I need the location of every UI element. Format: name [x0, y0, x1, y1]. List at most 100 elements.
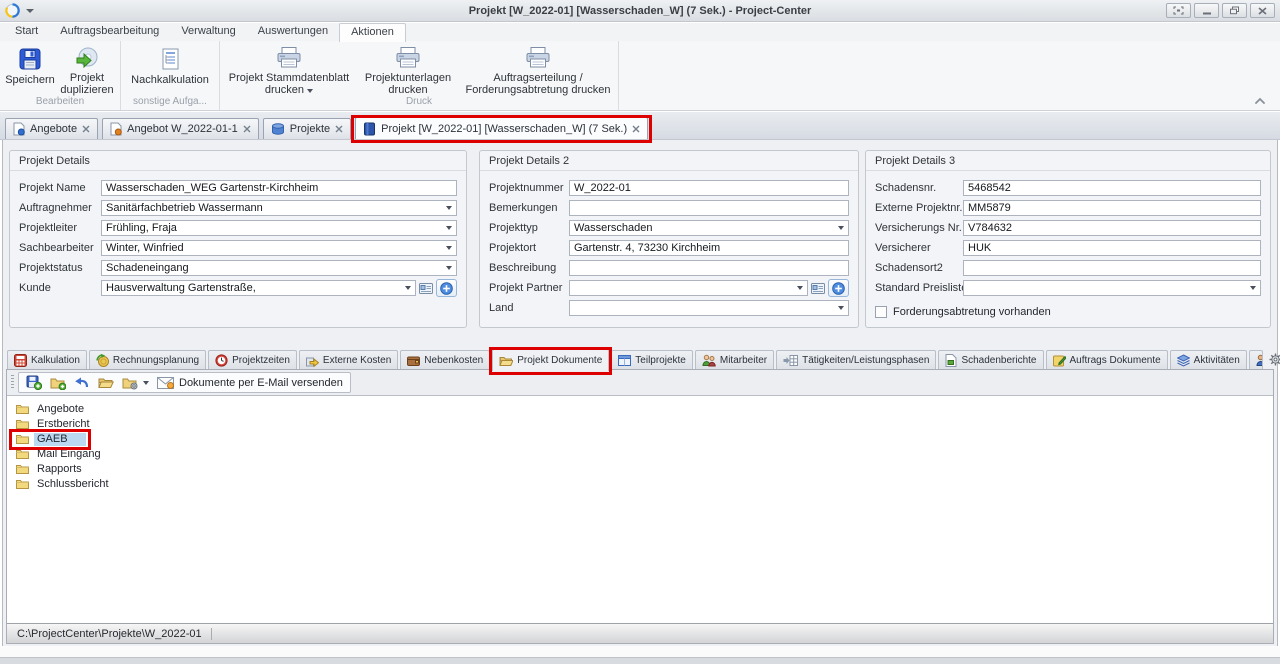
tab-projekte[interactable]: Projekte [263, 118, 351, 139]
note-pencil-icon [1053, 354, 1066, 367]
sachbearbeiter-select[interactable]: Winter, Winfried [101, 240, 457, 256]
forderungsabtretung-checkbox[interactable] [875, 306, 887, 318]
tree-item-mail-eingang[interactable]: Mail Eingang [7, 447, 1273, 462]
tab-teilprojekte[interactable]: Teilprojekte [611, 350, 693, 370]
main-content: Projekt Details Projekt Name Wasserschad… [2, 140, 1278, 646]
coin-refresh-icon [96, 354, 109, 367]
tab-angebot-w-2022-01-1[interactable]: Angebot W_2022-01-1 [102, 118, 259, 139]
toolbar-grip[interactable] [11, 375, 14, 390]
title-bar: Projekt [W_2022-01] [Wasserschaden_W] (7… [0, 0, 1280, 22]
projekt-duplizieren-button[interactable]: Projekt duplizieren [57, 43, 117, 95]
close-tab-icon[interactable] [632, 125, 640, 133]
tree-item-erstbericht[interactable]: Erstbericht [7, 417, 1273, 432]
tab-projekt-dokumente[interactable]: Projekt Dokumente [492, 349, 609, 371]
tab-schadenberichte[interactable]: Schadenberichte [938, 350, 1043, 370]
contact-card-icon[interactable] [811, 283, 825, 294]
cd-copy-arrow-icon [75, 46, 99, 70]
nachkalkulation-button[interactable]: Nachkalkulation [124, 43, 216, 95]
clock-icon [215, 354, 228, 367]
auftragserteilung-drucken-button[interactable]: Auftragserteilung / Forderungsabtretung … [461, 43, 615, 95]
tree-item-angebote[interactable]: Angebote [7, 402, 1273, 417]
field-label: Projektnummer [489, 182, 569, 194]
close-tab-icon[interactable] [243, 125, 251, 133]
tab-label: Auftrags Dokumente [1070, 355, 1161, 366]
ribbon: Speichern Projekt duplizieren Bearbeiten… [0, 41, 1280, 111]
add-partner-button[interactable] [828, 279, 849, 297]
projektnummer-input[interactable]: W_2022-01 [569, 180, 849, 196]
minimize-button[interactable] [1194, 3, 1219, 18]
chevron-down-icon [442, 201, 456, 215]
schadensnr-input[interactable]: 5468542 [963, 180, 1261, 196]
email-documents-button[interactable]: Dokumente per E-Mail versenden [157, 377, 343, 389]
schadensort2-input[interactable] [963, 260, 1261, 276]
tab-mitarbeiter[interactable]: Mitarbeiter [695, 350, 774, 370]
projekt-name-input[interactable]: Wasserschaden_WEG Gartenstr-Kirchheim [101, 180, 457, 196]
tree-item-gaeb[interactable]: GAEB [7, 432, 1273, 447]
tree-item-rapports[interactable]: Rapports [7, 462, 1273, 477]
ribbon-tab-start[interactable]: Start [4, 23, 49, 41]
field-label: Land [489, 302, 569, 314]
quick-access-dropdown-icon[interactable] [26, 9, 34, 13]
close-button[interactable] [1250, 3, 1275, 18]
speichern-button[interactable]: Speichern [3, 43, 57, 95]
tab-taetigkeiten-leistungsphasen[interactable]: Tätigkeiten/Leistungsphasen [776, 350, 936, 370]
auftragnehmer-select[interactable]: Sanitärfachbetrieb Wassermann [101, 200, 457, 216]
button-label: Speichern [5, 74, 55, 86]
app-icon [5, 3, 20, 18]
ribbon-tab-auftragsbearbeitung[interactable]: Auftragsbearbeitung [49, 23, 170, 41]
projektort-input[interactable]: Gartenstr. 4, 73230 Kirchheim [569, 240, 849, 256]
projekt-partner-select[interactable] [569, 280, 808, 296]
projekttyp-select[interactable]: Wasserschaden [569, 220, 849, 236]
close-tab-icon[interactable] [335, 125, 343, 133]
field-label: Externe Projektnr. [875, 202, 963, 214]
tab-label: Projekt [W_2022-01] [Wasserschaden_W] (7… [381, 123, 627, 135]
document-orange-badge-icon [110, 122, 122, 136]
ribbon-tab-verwaltung[interactable]: Verwaltung [170, 23, 246, 41]
field-label: Bemerkungen [489, 202, 569, 214]
stammdatenblatt-drucken-button[interactable]: Projekt Stammdatenblatt drucken [223, 43, 355, 95]
tree-item-schlussbericht[interactable]: Schlussbericht [7, 477, 1273, 492]
tab-projekt-w-2022-01[interactable]: Projekt [W_2022-01] [Wasserschaden_W] (7… [355, 117, 648, 139]
save-add-icon[interactable] [26, 375, 42, 390]
tab-angebote[interactable]: Angebote [5, 118, 98, 139]
tab-kalkulation[interactable]: Kalkulation [7, 350, 87, 370]
field-label: Projektleiter [19, 222, 101, 234]
printer-icon [395, 46, 421, 70]
add-kunde-button[interactable] [436, 279, 457, 297]
ribbon-tab-auswertungen[interactable]: Auswertungen [247, 23, 339, 41]
folder-settings-icon[interactable] [122, 376, 149, 390]
versicherer-input[interactable]: HUK [963, 240, 1261, 256]
beschreibung-input[interactable] [569, 260, 849, 276]
close-tab-icon[interactable] [82, 125, 90, 133]
projektunterlagen-drucken-button[interactable]: Projektunterlagen drucken [355, 43, 461, 95]
button-label: Nachkalkulation [131, 74, 209, 86]
collapse-ribbon-button[interactable] [1254, 97, 1266, 104]
tab-aktivitaeten[interactable]: Aktivitäten [1170, 350, 1247, 370]
tab-projektzeiten[interactable]: Projektzeiten [208, 350, 297, 370]
undo-arrow-icon[interactable] [74, 376, 90, 389]
contact-card-icon[interactable] [419, 283, 433, 294]
gear-icon[interactable] [1269, 353, 1280, 366]
kunde-select[interactable]: Hausverwaltung Gartenstraße, [101, 280, 416, 296]
versicherungs-nr-input[interactable]: V784632 [963, 220, 1261, 236]
externe-projektnr-input[interactable]: MM5879 [963, 200, 1261, 216]
open-folder-icon[interactable] [98, 376, 114, 389]
field-label: Schadensnr. [875, 182, 963, 194]
restore-button[interactable] [1222, 3, 1247, 18]
tab-auftrags-dokumente[interactable]: Auftrags Dokumente [1046, 350, 1168, 370]
ribbon-group-bearbeiten: Speichern Projekt duplizieren Bearbeiten [0, 41, 121, 110]
ribbon-tab-aktionen[interactable]: Aktionen [339, 23, 406, 42]
bemerkungen-input[interactable] [569, 200, 849, 216]
tab-projekt-k[interactable]: Projekt K [1249, 350, 1263, 370]
folder-add-icon[interactable] [50, 376, 66, 390]
land-select[interactable] [569, 300, 849, 316]
style-button[interactable] [1166, 3, 1191, 18]
tab-nebenkosten[interactable]: Nebenkosten [400, 350, 490, 370]
tab-rechnungsplanung[interactable]: Rechnungsplanung [89, 350, 206, 370]
standard-preisliste-select[interactable] [963, 280, 1261, 296]
projektstatus-select[interactable]: Schadeneingang [101, 260, 457, 276]
document-folder-tree: Angebote Erstbericht GAEB Mail Eingang R… [7, 395, 1273, 623]
projektleiter-select[interactable]: Frühling, Fraja [101, 220, 457, 236]
tab-externe-kosten[interactable]: Externe Kosten [299, 350, 398, 370]
field-label: Standard Preisliste [875, 282, 963, 294]
